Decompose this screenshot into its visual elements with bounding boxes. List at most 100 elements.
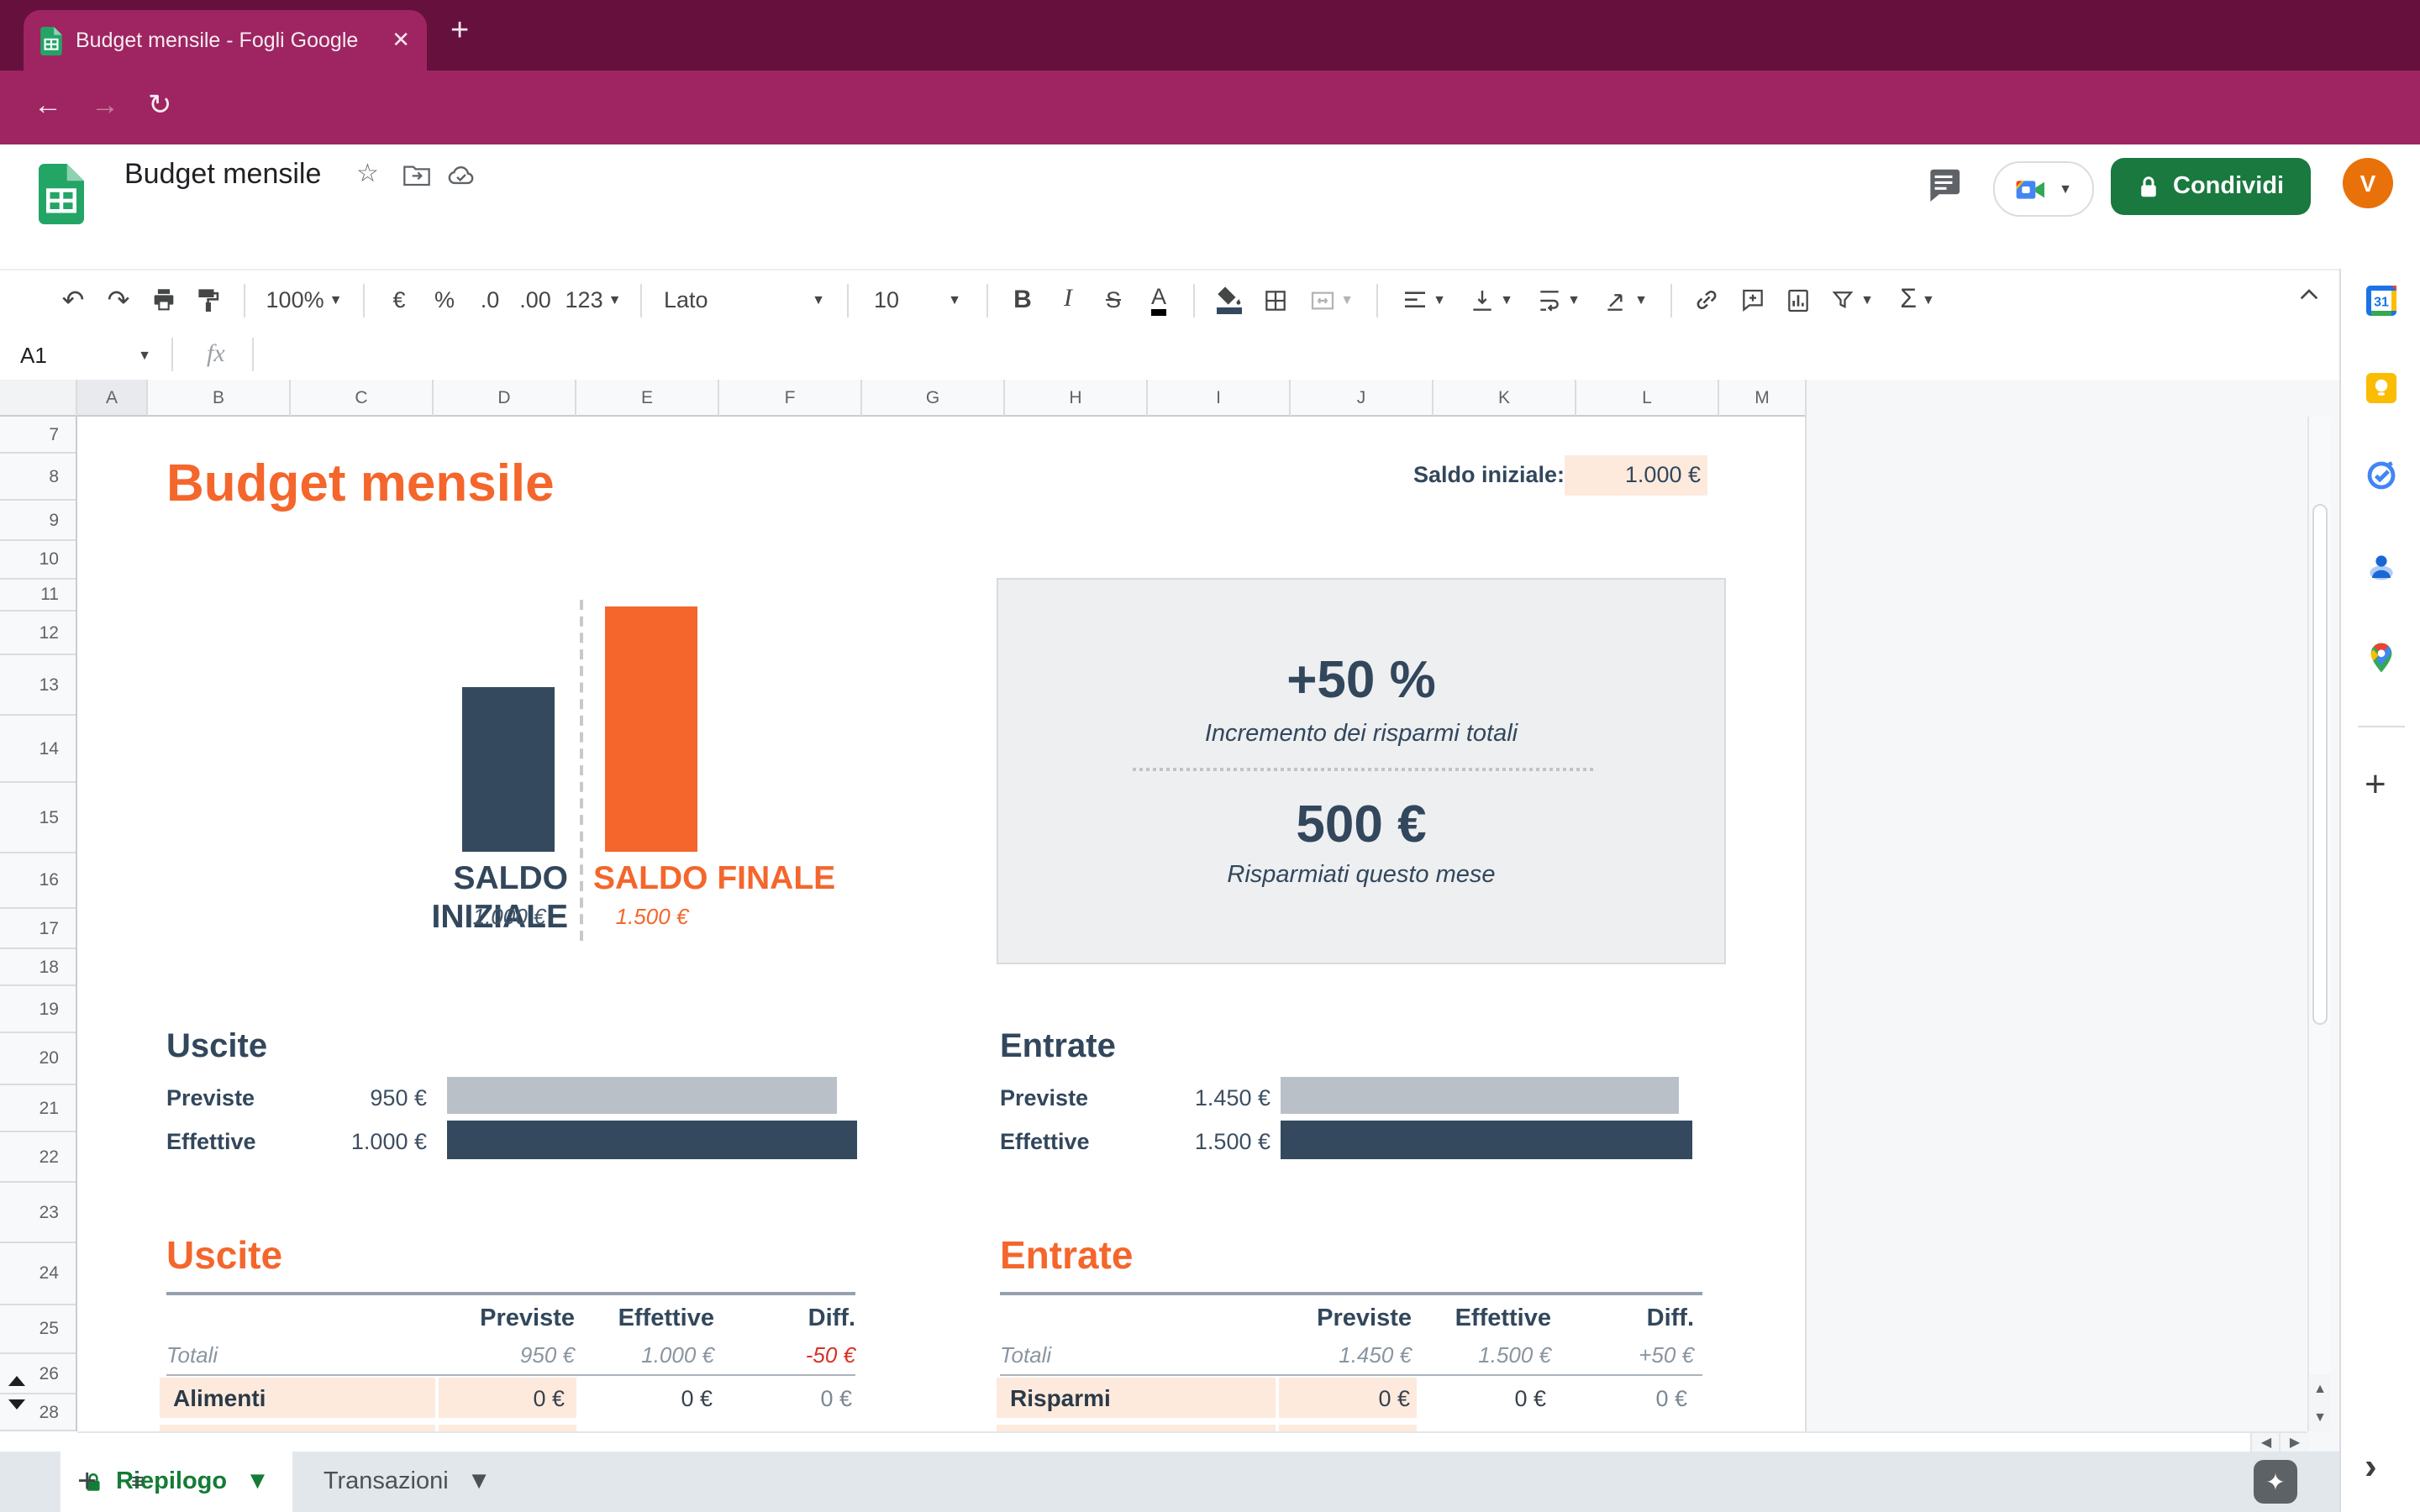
undo-icon[interactable]: ↶ — [50, 276, 96, 323]
contacts-icon[interactable] — [2366, 551, 2396, 581]
column-header[interactable]: I — [1148, 380, 1291, 417]
row-header[interactable]: 25 — [0, 1305, 76, 1354]
risparmi-diff[interactable]: 0 € — [1519, 1386, 1687, 1411]
browser-tab[interactable]: Budget mensile - Fogli Google ✕ — [24, 10, 427, 71]
row-header[interactable]: 10 — [0, 541, 76, 580]
uscite-effettive-label[interactable]: Effettive — [166, 1129, 256, 1154]
meet-button[interactable]: ▼ — [1993, 161, 2094, 217]
vertical-align-button[interactable]: ▼ — [1457, 276, 1524, 323]
uscite-col-diff[interactable]: Diff. — [687, 1305, 855, 1332]
increase-decimal-button[interactable]: .00 — [513, 276, 558, 323]
uscite-totale-diff[interactable]: -50 € — [687, 1342, 855, 1368]
sheet-title-cell[interactable]: Budget mensile — [166, 454, 555, 514]
horizontal-align-button[interactable]: ▼ — [1390, 276, 1457, 323]
toolbar-collapse-icon[interactable] — [2296, 282, 2323, 306]
column-header[interactable]: H — [1005, 380, 1148, 417]
saldo-finale-axis-label[interactable]: SALDO FINALE — [593, 860, 879, 899]
entrate-effettive-label[interactable]: Effettive — [1000, 1129, 1090, 1154]
scroll-down-button[interactable]: ▼ — [2309, 1403, 2331, 1431]
row-header[interactable]: 11 — [0, 580, 76, 612]
text-rotation-button[interactable]: ▼ — [1591, 276, 1659, 323]
entrate-totale-diff[interactable]: +50 € — [1526, 1342, 1694, 1368]
column-header[interactable]: J — [1291, 380, 1434, 417]
italic-button[interactable]: I — [1045, 276, 1091, 323]
strikethrough-button[interactable]: S — [1091, 276, 1136, 323]
all-sheets-icon[interactable]: ≡ — [131, 1468, 144, 1494]
hidden-row-expand-up-icon[interactable] — [8, 1376, 25, 1386]
alimenti-previste[interactable]: 0 € — [397, 1386, 565, 1411]
kpi-percent-caption[interactable]: Incremento dei risparmi totali — [998, 721, 1724, 748]
scroll-up-button[interactable]: ▲ — [2309, 1374, 2331, 1403]
move-folder-icon[interactable] — [403, 163, 430, 186]
format-currency-button[interactable]: € — [376, 276, 422, 323]
text-wrap-button[interactable]: ▼ — [1524, 276, 1591, 323]
paint-format-icon[interactable] — [187, 276, 232, 323]
column-header[interactable]: G — [862, 380, 1005, 417]
entrate-previste-value[interactable]: 1.450 € — [1102, 1085, 1270, 1110]
bold-button[interactable]: B — [1000, 276, 1045, 323]
kpi-percent[interactable]: +50 % — [998, 650, 1724, 711]
row-header[interactable]: 12 — [0, 612, 76, 655]
get-addons-button[interactable]: + — [2365, 766, 2386, 803]
account-avatar[interactable]: V — [2343, 158, 2393, 208]
uscite-totali-label[interactable]: Totali — [166, 1342, 218, 1368]
vertical-scrollbar[interactable]: ▲ ▼ — [2307, 417, 2331, 1431]
sheet-canvas[interactable]: Budget mensile Saldo iniziale: 1.000 € S… — [77, 417, 1805, 1431]
uscite-row-alimenti[interactable]: Alimenti — [173, 1384, 266, 1411]
calendar-icon[interactable]: 31 — [2366, 286, 2396, 316]
font-size-select[interactable]: 10▼ — [860, 276, 975, 323]
row-header[interactable]: 22 — [0, 1132, 76, 1183]
row-header[interactable]: 16 — [0, 853, 76, 909]
row-header[interactable]: 14 — [0, 716, 76, 783]
row-header[interactable]: 20 — [0, 1033, 76, 1085]
row-header[interactable]: 13 — [0, 655, 76, 716]
entrate-row-risparmi[interactable]: Risparmi — [1010, 1384, 1111, 1411]
uscite-previste-label[interactable]: Previste — [166, 1085, 255, 1110]
column-header[interactable]: C — [291, 380, 434, 417]
column-header[interactable]: D — [434, 380, 576, 417]
vertical-scrollbar-thumb[interactable] — [2312, 504, 2328, 1025]
scroll-right-button[interactable]: ▶ — [2279, 1433, 2309, 1452]
decrease-decimal-button[interactable]: .0 — [467, 276, 513, 323]
uscite-previste-value[interactable]: 950 € — [259, 1085, 427, 1110]
tab-close-icon[interactable]: ✕ — [392, 27, 410, 54]
filter-button[interactable]: ▼ — [1820, 276, 1884, 323]
star-doc-icon[interactable]: ☆ — [356, 158, 379, 188]
entrate-bars-title[interactable]: Entrate — [1000, 1028, 1116, 1067]
scroll-left-button[interactable]: ◀ — [2250, 1433, 2281, 1452]
hidden-row-expand-down-icon[interactable] — [8, 1399, 25, 1410]
insert-comment-button[interactable] — [1729, 276, 1775, 323]
column-header[interactable]: E — [576, 380, 719, 417]
uscite-bars-title[interactable]: Uscite — [166, 1028, 267, 1067]
sheet-tab-transazioni[interactable]: Transazioni ▼ — [293, 1468, 522, 1495]
kpi-amount-caption[interactable]: Risparmiati questo mese — [998, 862, 1724, 889]
doc-title[interactable]: Budget mensile — [124, 158, 321, 192]
format-percent-button[interactable]: % — [422, 276, 467, 323]
share-button[interactable]: Condividi — [2111, 158, 2311, 215]
row-header[interactable]: 24 — [0, 1243, 76, 1305]
insert-chart-button[interactable] — [1775, 276, 1820, 323]
column-header[interactable]: A — [77, 380, 148, 417]
alimenti-diff[interactable]: 0 € — [684, 1386, 852, 1411]
entrate-effettive-value[interactable]: 1.500 € — [1102, 1129, 1270, 1154]
kpi-amount[interactable]: 500 € — [998, 795, 1724, 855]
uscite-effettive-value[interactable]: 1.000 € — [259, 1129, 427, 1154]
font-select[interactable]: Lato▼ — [654, 276, 835, 323]
row-header[interactable]: 8 — [0, 454, 76, 501]
row-header[interactable]: 19 — [0, 986, 76, 1033]
row-header[interactable]: 26 — [0, 1354, 76, 1394]
maps-icon[interactable] — [2366, 642, 2396, 674]
entrate-totali-label[interactable]: Totali — [1000, 1342, 1051, 1368]
row-header[interactable]: 15 — [0, 783, 76, 853]
select-all-corner[interactable] — [0, 380, 77, 417]
column-header[interactable]: K — [1434, 380, 1576, 417]
row-header[interactable]: 17 — [0, 909, 76, 949]
new-tab-button[interactable]: + — [450, 13, 469, 50]
saldo-iniziale-value-cell[interactable]: 1.000 € — [1565, 455, 1707, 496]
add-sheet-button[interactable]: + — [77, 1463, 97, 1502]
sheets-logo-icon[interactable] — [39, 163, 84, 225]
saldo-iniziale-label-cell[interactable]: Saldo iniziale: — [1237, 462, 1565, 487]
row-header[interactable]: 9 — [0, 501, 76, 541]
row-header[interactable]: 23 — [0, 1183, 76, 1243]
functions-button[interactable]: Σ▼ — [1884, 276, 1951, 323]
